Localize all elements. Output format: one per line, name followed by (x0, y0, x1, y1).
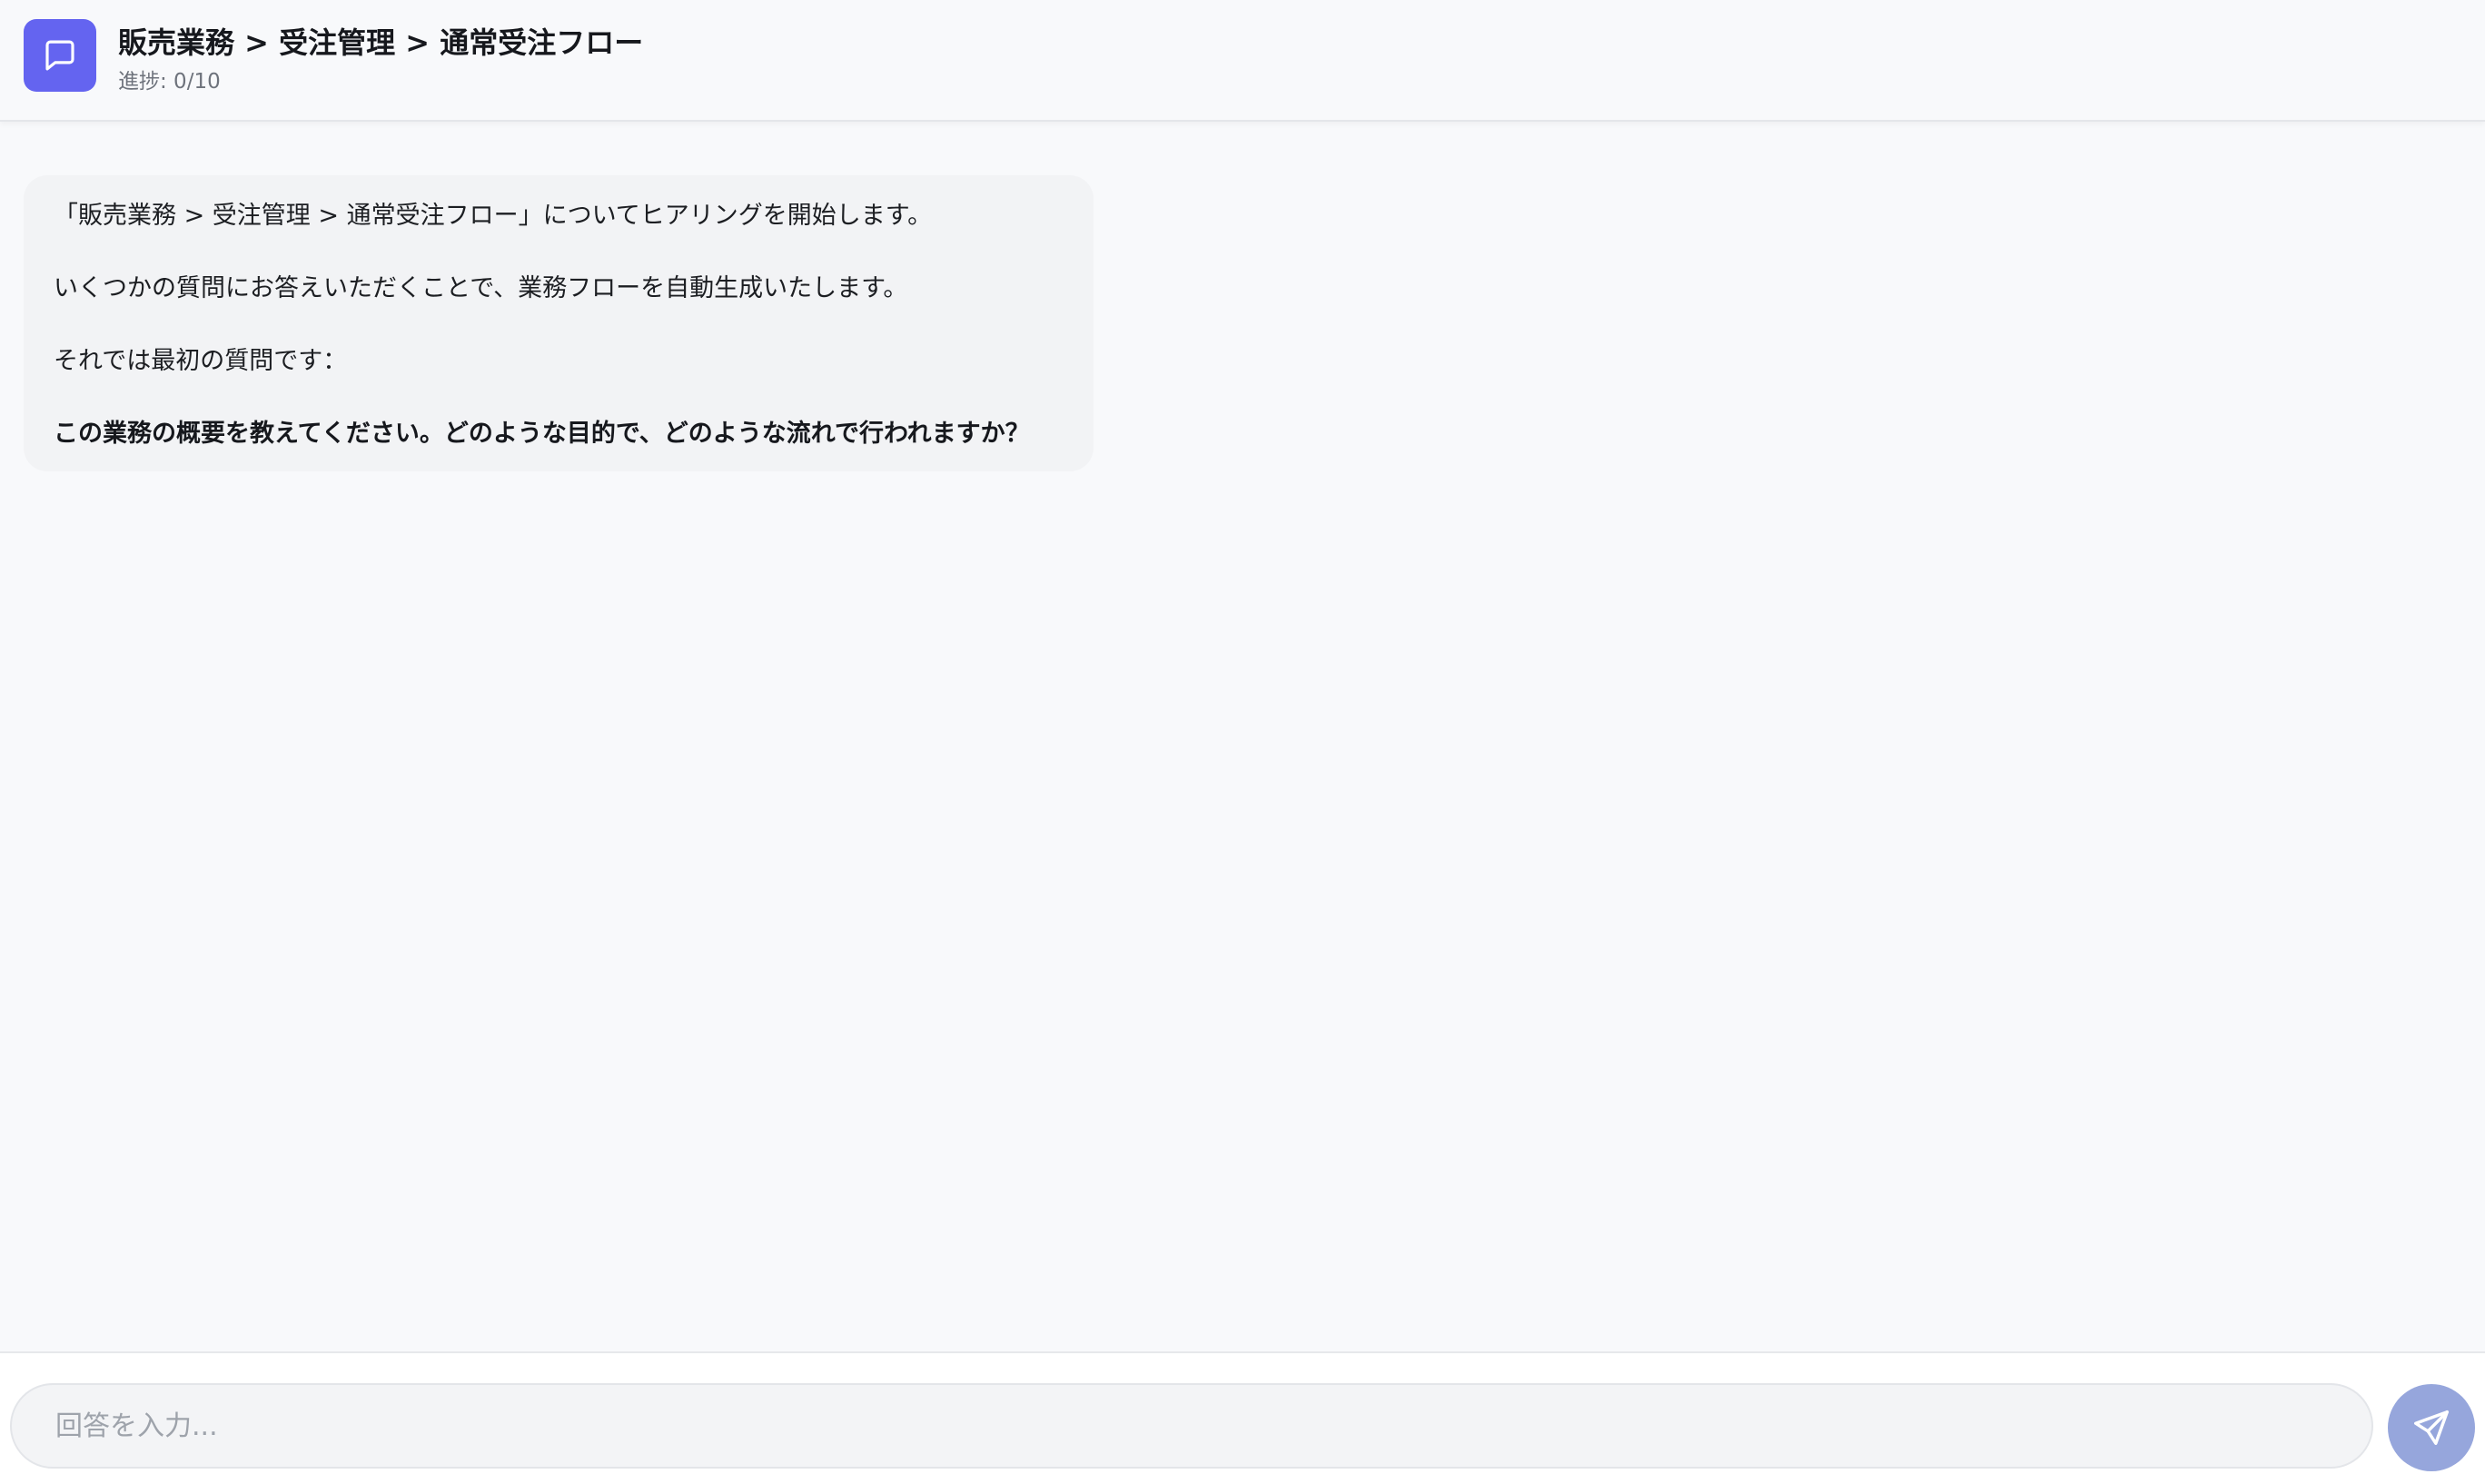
send-icon (2414, 1410, 2449, 1445)
message-line: 「販売業務 > 受注管理 > 通常受注フロー」についてヒアリングを開始します。 (54, 202, 933, 230)
question-line: この業務の概要を教えてください。どのような目的で、どのような流れで行われますか？ (54, 420, 1030, 448)
chat-bubble-icon (24, 19, 96, 92)
header: 販売業務 > 受注管理 > 通常受注フロー 進捗: 0/10 (0, 0, 2485, 122)
message-line: それでは最初の質問です： (54, 347, 348, 375)
assistant-message: 「販売業務 > 受注管理 > 通常受注フロー」についてヒアリングを開始します。 … (24, 175, 1094, 471)
progress-text: 進捗: 0/10 (118, 70, 221, 94)
message-line: いくつかの質問にお答えいただくことで、業務フローを自動生成いたします。 (54, 274, 908, 302)
chat-app: 販売業務 > 受注管理 > 通常受注フロー 進捗: 0/10 「販売業務 > 受… (0, 0, 2485, 1484)
page-title: 販売業務 > 受注管理 > 通常受注フロー (118, 25, 644, 60)
send-button[interactable] (2388, 1384, 2475, 1471)
message-list: 「販売業務 > 受注管理 > 通常受注フロー」についてヒアリングを開始します。 … (0, 124, 2485, 1351)
answer-input[interactable] (10, 1383, 2373, 1469)
input-bar (0, 1351, 2485, 1484)
